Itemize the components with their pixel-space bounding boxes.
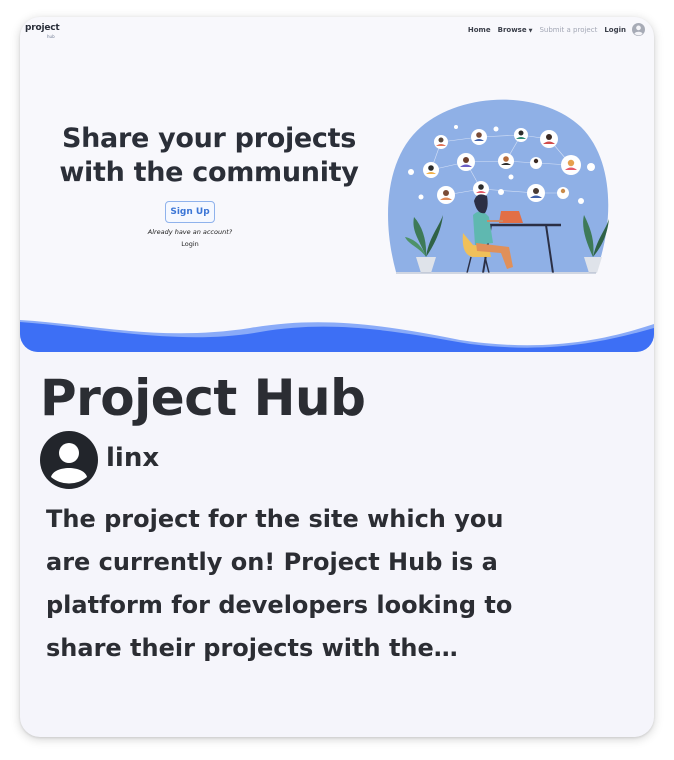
nav-browse: Browse ▼: [498, 26, 533, 34]
signup-button: Sign Up: [165, 201, 215, 223]
user-avatar-icon[interactable]: [40, 431, 98, 489]
community-illustration: [388, 99, 609, 274]
nav-home: Home: [467, 25, 491, 34]
hero-title-line-1: Share your projects: [61, 123, 357, 154]
description-line: are currently on! Project Hub is a: [46, 548, 498, 576]
author-name[interactable]: linx: [106, 443, 159, 473]
project-title: Project Hub: [40, 369, 366, 427]
hero-wave-decoration: [20, 320, 654, 352]
nav-submit: Submit a project: [539, 25, 598, 34]
user-avatar-icon: [632, 23, 645, 36]
hero-login-link: Login: [181, 240, 199, 248]
project-author[interactable]: linx: [40, 431, 159, 489]
description-line: share their projects with the…: [46, 634, 458, 662]
nav-login: Login: [604, 25, 626, 34]
preview-nav-links: Home Browse ▼ Submit a project Login: [461, 23, 645, 36]
logo-text: project: [25, 23, 60, 33]
hero-title: Share your projects with the community: [44, 122, 374, 190]
already-have-account-text: Already have an account?: [147, 228, 233, 236]
hero-title-line-2: with the community: [59, 157, 359, 188]
description-line: platform for developers looking to: [46, 591, 513, 619]
project-card[interactable]: project hub Home Browse ▼ Submit a projec…: [20, 17, 654, 737]
preview-navbar: project hub Home Browse ▼ Submit a projec…: [20, 17, 654, 45]
logo-subtext: hub: [47, 34, 55, 39]
description-line: The project for the site which you: [46, 505, 504, 533]
caret-down-icon: ▼: [528, 27, 533, 34]
project-preview-screenshot: project hub Home Browse ▼ Submit a projec…: [20, 17, 654, 352]
project-description: The project for the site which you are c…: [46, 498, 566, 670]
preview-logo: project hub: [25, 23, 60, 39]
nav-browse-label: Browse: [497, 25, 527, 34]
